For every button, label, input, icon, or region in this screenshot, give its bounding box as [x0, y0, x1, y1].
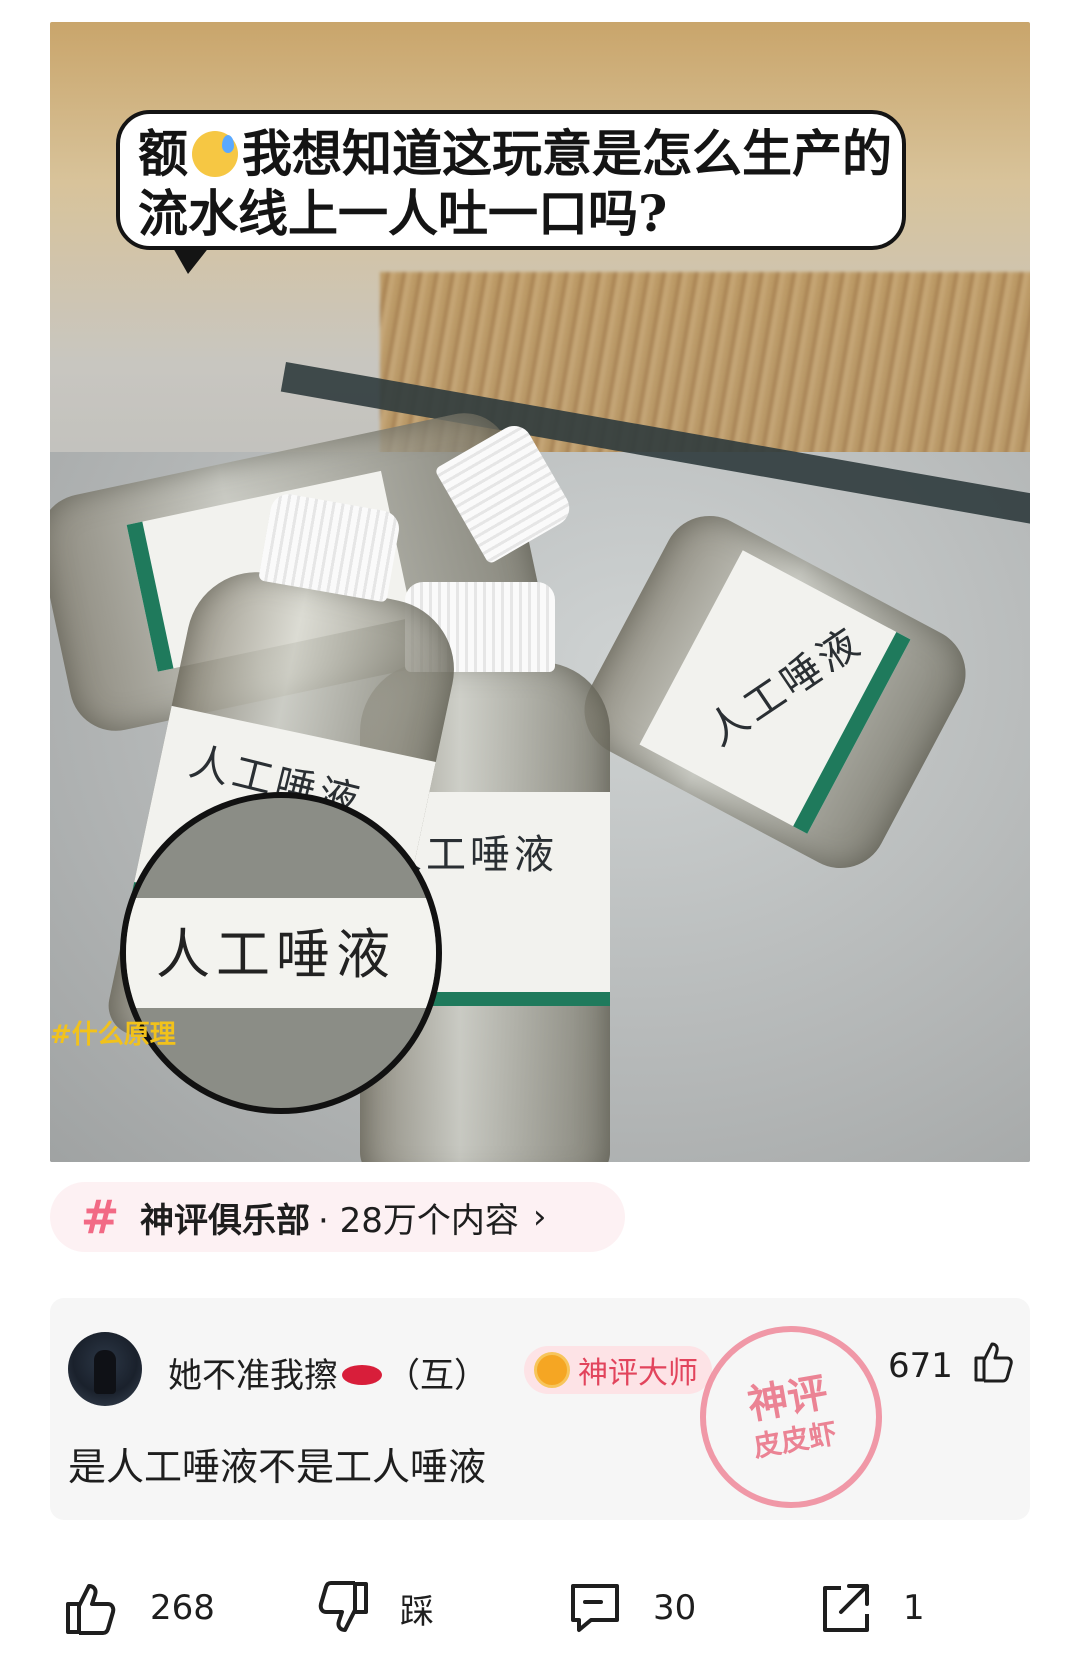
comment-count: 30	[653, 1588, 697, 1628]
username-suffix: （互）	[386, 1356, 488, 1396]
topic-chip[interactable]: # 神评俱乐部 · 28万个内容 ›	[50, 1182, 625, 1252]
magnified-label: 人工唾液	[156, 923, 396, 986]
username-text: 她不准我擦	[168, 1356, 338, 1396]
like-count: 268	[150, 1588, 215, 1628]
topic-count: · 28万个内容	[318, 1200, 519, 1241]
share-count: 1	[903, 1588, 925, 1628]
thumbs-up-icon[interactable]	[970, 1338, 1018, 1386]
dislike-label: 踩	[400, 1591, 434, 1632]
comment-text: 是人工唾液不是工人唾液	[68, 1445, 487, 1489]
hashtag-icon: #	[80, 1190, 120, 1244]
badge-label: 神评大师	[578, 1356, 698, 1391]
bubble-line-2: 流水线上一人吐一口吗?	[138, 184, 668, 243]
dislike-button[interactable]: 踩	[312, 1578, 434, 1638]
post-image[interactable]: 人工唾液 人工唾液 人工唾液 人工唾液 #什么原理 额我想知道这玩意是怎么生产的…	[50, 22, 1030, 1162]
chevron-right-icon: ›	[532, 1197, 547, 1237]
lips-icon	[342, 1365, 382, 1385]
bubble-text-1b: 我想知道这玩意是怎么生产的	[242, 124, 892, 183]
hot-comment-card[interactable]: 她不准我擦 （互） 神评大师 神评 皮皮虾 671 是人工唾液不是工人唾液	[50, 1298, 1030, 1523]
bubble-line-1: 额我想知道这玩意是怎么生产的	[138, 124, 892, 184]
avatar[interactable]	[68, 1332, 142, 1406]
medal-icon	[534, 1352, 570, 1388]
master-badge: 神评大师	[524, 1346, 712, 1394]
topic-name: 神评俱乐部	[140, 1200, 310, 1241]
comment-username[interactable]: 她不准我擦 （互）	[168, 1348, 488, 1397]
share-button[interactable]: 1	[815, 1578, 925, 1638]
like-button[interactable]: 268	[62, 1578, 215, 1638]
magnifier-circle: 人工唾液	[120, 792, 442, 1114]
comment-button[interactable]: 30	[565, 1578, 696, 1638]
comment-like-count: 671	[888, 1346, 953, 1386]
action-bar: 268 踩 30 1	[0, 1560, 1076, 1650]
thumbs-up-icon	[66, 1584, 116, 1635]
thumbs-down-icon	[318, 1581, 368, 1632]
share-icon	[823, 1584, 869, 1632]
sweat-face-icon	[192, 131, 238, 177]
bubble-text-1a: 额	[138, 124, 188, 183]
speech-bubble: 额我想知道这玩意是怎么生产的 流水线上一人吐一口吗?	[116, 110, 906, 274]
comment-bubble-icon	[571, 1584, 619, 1632]
overlay-hashtag: #什么原理	[50, 1020, 176, 1050]
god-comment-stamp: 神评 皮皮虾	[685, 1311, 897, 1523]
